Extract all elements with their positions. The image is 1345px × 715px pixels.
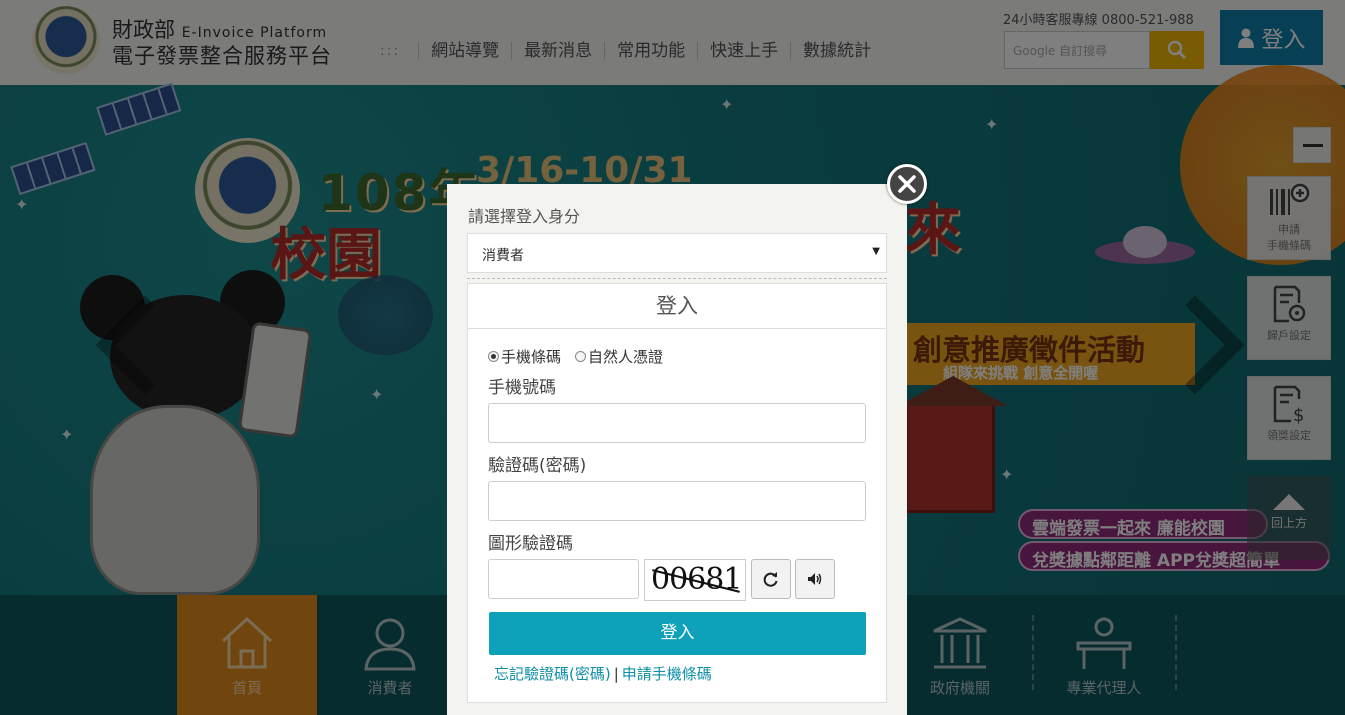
login-panel: 登入 手機條碼 自然人憑證 手機號碼 驗證碼(密碼) 圖形驗證碼 00681	[467, 283, 887, 703]
captcha-input[interactable]	[488, 559, 639, 599]
role-select-value: 消費者	[482, 248, 524, 264]
radio-checked-icon	[488, 351, 499, 362]
login-method-group: 手機條碼 自然人憑證	[488, 346, 663, 367]
radio-unchecked-icon	[575, 351, 587, 362]
phone-input[interactable]	[488, 403, 866, 443]
modal-close-button[interactable]	[887, 164, 927, 204]
modal-divider	[467, 278, 887, 279]
password-input[interactable]	[488, 481, 866, 521]
role-label: 請選擇登入身分	[468, 207, 581, 226]
forgot-password-link[interactable]: 忘記驗證碼(密碼)	[494, 665, 611, 683]
radio-mobile-barcode[interactable]: 手機條碼	[488, 346, 561, 367]
radio-citizen-certificate[interactable]: 自然人憑證	[575, 346, 663, 367]
radio-citizen-certificate-label: 自然人憑證	[588, 348, 664, 366]
password-label: 驗證碼(密碼)	[488, 456, 587, 476]
login-modal: 請選擇登入身分 消費者 ▼ 登入 手機條碼 自然人憑證 手機號碼 驗證碼(密碼)…	[447, 184, 907, 715]
captcha-refresh-button[interactable]	[751, 559, 791, 599]
modal-links: 忘記驗證碼(密碼) | 申請手機條碼	[494, 663, 712, 684]
role-select[interactable]: 消費者 ▼	[467, 233, 887, 273]
apply-barcode-link[interactable]: 申請手機條碼	[622, 665, 712, 683]
refresh-icon	[763, 572, 778, 587]
speaker-icon	[808, 573, 822, 585]
captcha-audio-button[interactable]	[795, 559, 835, 599]
login-panel-title: 登入	[468, 284, 886, 329]
phone-label: 手機號碼	[488, 378, 556, 398]
captcha-image: 00681	[644, 559, 746, 601]
radio-mobile-barcode-label: 手機條碼	[501, 348, 562, 366]
chevron-down-icon: ▼	[872, 246, 880, 257]
close-icon	[898, 175, 916, 193]
captcha-label: 圖形驗證碼	[488, 534, 573, 554]
login-submit-button[interactable]: 登入	[489, 612, 866, 655]
link-separator: |	[613, 665, 619, 683]
